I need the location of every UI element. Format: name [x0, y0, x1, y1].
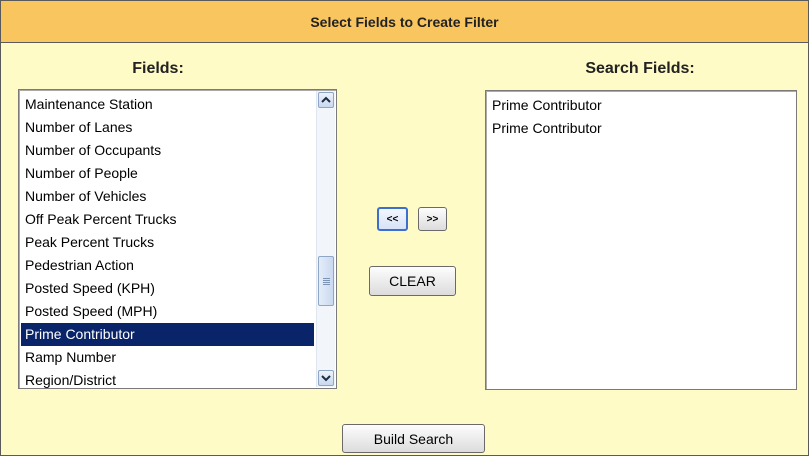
- fields-title: Fields:: [132, 60, 184, 77]
- move-left-button[interactable]: <<: [377, 207, 408, 231]
- list-item[interactable]: Off Peak Percent Trucks: [21, 208, 314, 231]
- chevron-down-icon: [321, 375, 331, 382]
- list-item[interactable]: Number of Vehicles: [21, 185, 314, 208]
- panel-header: Select Fields to Create Filter: [1, 1, 808, 43]
- clear-button[interactable]: CLEAR: [369, 266, 456, 296]
- filter-panel: Select Fields to Create Filter Fields: S…: [0, 0, 809, 456]
- list-item[interactable]: Number of People: [21, 162, 314, 185]
- move-right-button[interactable]: >>: [418, 207, 447, 231]
- scroll-up-button[interactable]: [318, 92, 334, 108]
- list-item[interactable]: Prime Contributor: [488, 117, 794, 140]
- build-search-button[interactable]: Build Search: [342, 424, 485, 453]
- fields-listbox[interactable]: Maintenance Station Number of Lanes Number…: [18, 89, 337, 389]
- chevron-up-icon: [321, 96, 331, 103]
- grip-icon: [322, 277, 330, 285]
- search-fields-listbox[interactable]: Prime Contributor Prime Contributor: [485, 90, 797, 390]
- fields-scrollbar[interactable]: [316, 91, 335, 387]
- fields-list: Maintenance Station Number of Lanes Number…: [21, 93, 314, 388]
- list-item[interactable]: Prime Contributor: [21, 323, 314, 346]
- list-item[interactable]: Peak Percent Trucks: [21, 231, 314, 254]
- scroll-thumb[interactable]: [318, 256, 334, 306]
- list-item[interactable]: Posted Speed (KPH): [21, 277, 314, 300]
- list-item[interactable]: Region/District: [21, 369, 314, 388]
- list-item[interactable]: Number of Lanes: [21, 116, 314, 139]
- list-item[interactable]: Pedestrian Action: [21, 254, 314, 277]
- list-item[interactable]: Prime Contributor: [488, 94, 794, 117]
- scroll-down-button[interactable]: [318, 370, 334, 386]
- list-item[interactable]: Posted Speed (MPH): [21, 300, 314, 323]
- list-item[interactable]: Number of Occupants: [21, 139, 314, 162]
- search-fields-list: Prime Contributor Prime Contributor: [488, 94, 794, 140]
- list-item[interactable]: Ramp Number: [21, 346, 314, 369]
- search-fields-title: Search Fields:: [585, 60, 695, 77]
- list-item[interactable]: Maintenance Station: [21, 93, 314, 116]
